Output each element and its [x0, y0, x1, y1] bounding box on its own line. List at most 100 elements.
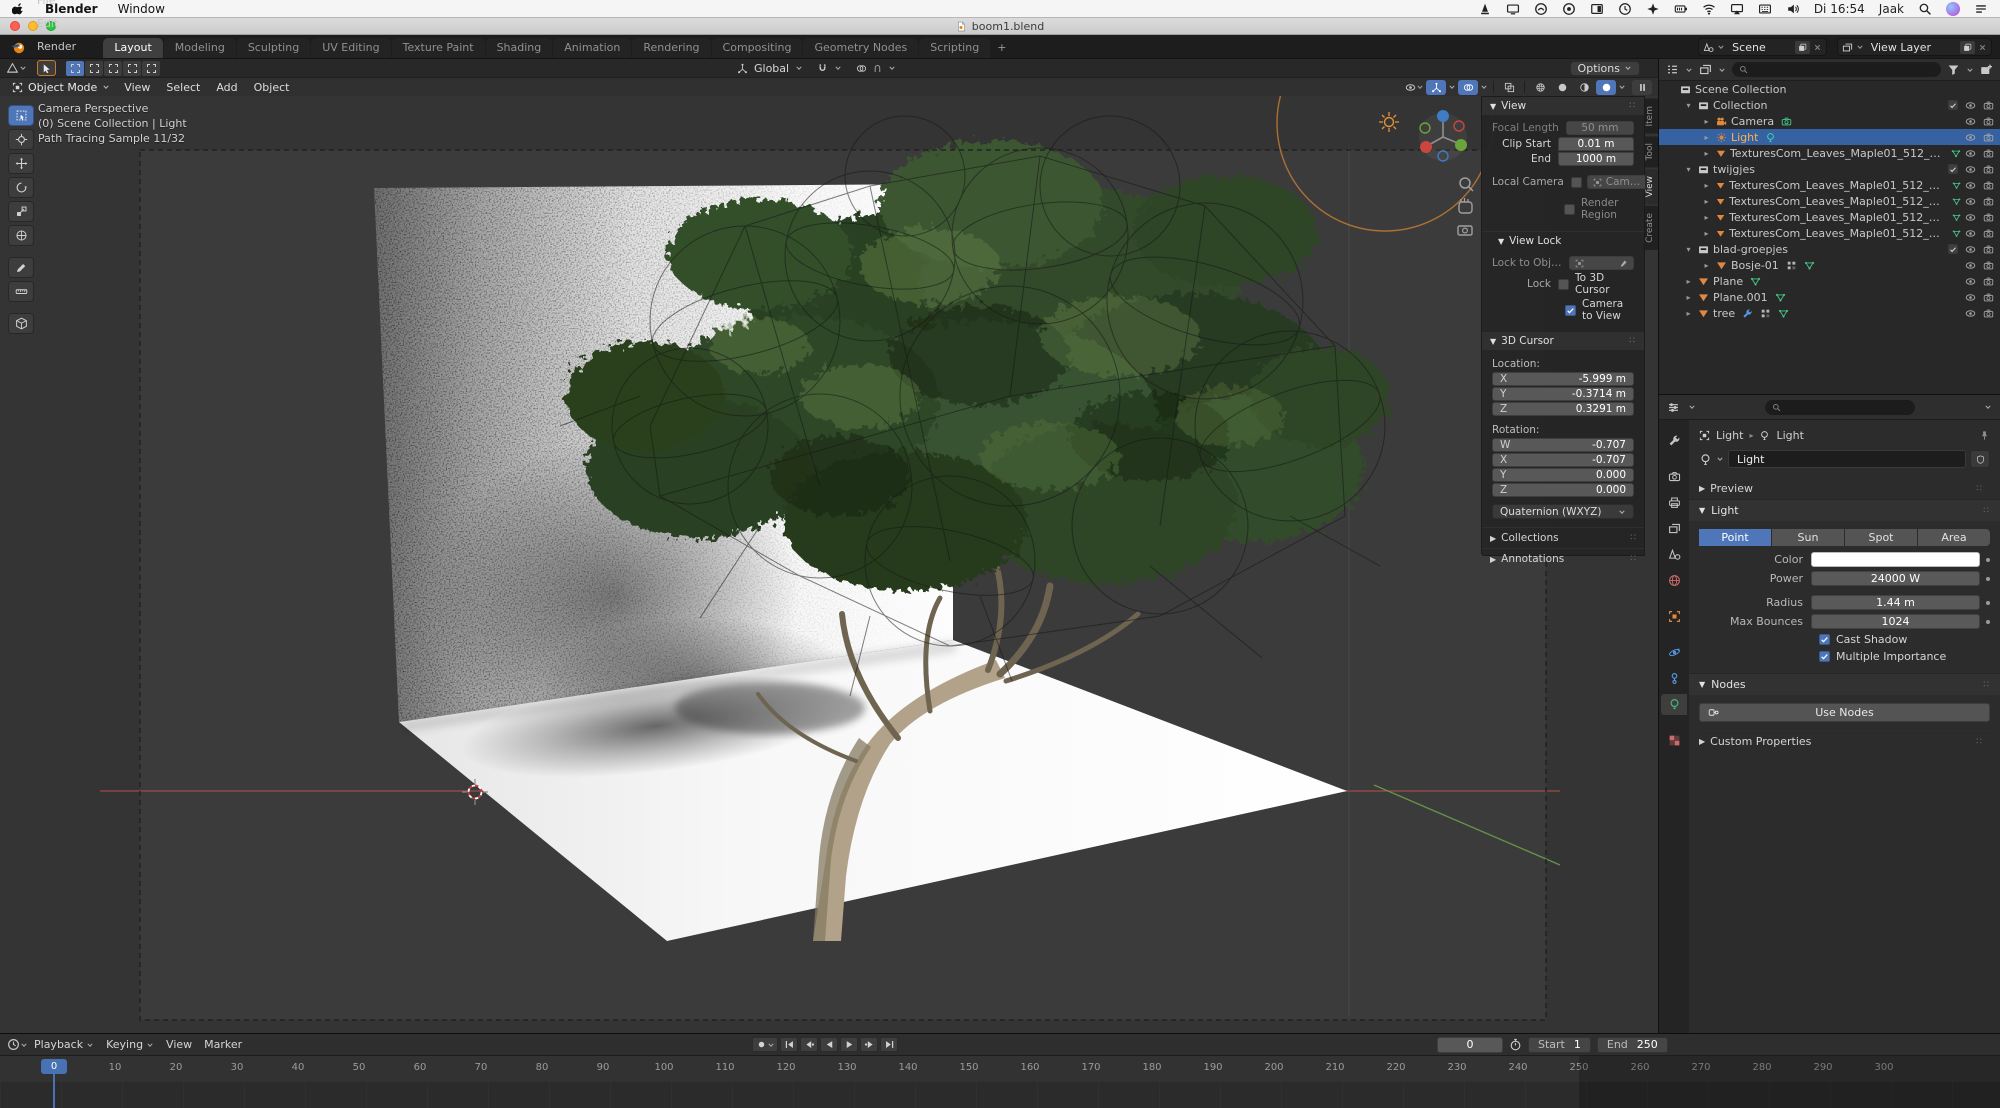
auto-keying-button[interactable] — [752, 1037, 778, 1052]
properties-search-input[interactable] — [1765, 400, 1915, 415]
hide-in-viewport-icon[interactable] — [1965, 132, 1976, 143]
viewport-menu[interactable]: Object — [246, 81, 298, 94]
hide-in-viewport-icon[interactable] — [1965, 196, 1976, 207]
overlays-toggle[interactable] — [1458, 80, 1478, 95]
clip-start-field[interactable]: 0.01 m — [1558, 137, 1634, 151]
chevron-down-icon[interactable] — [1480, 83, 1488, 91]
previous-keyframe-button[interactable] — [800, 1037, 818, 1052]
workspace-tab-compositing[interactable]: Compositing — [712, 38, 803, 58]
hide-in-viewport-icon[interactable] — [1965, 116, 1976, 127]
expand-arrow-icon[interactable]: ▸ — [1701, 197, 1712, 206]
workspace-tab-shading[interactable]: Shading — [486, 38, 553, 58]
sparkle-status-icon[interactable] — [1646, 2, 1660, 16]
vgroup-icon[interactable] — [1786, 260, 1797, 271]
expand-arrow-icon[interactable]: ▾ — [1683, 101, 1694, 110]
disable-in-render-icon[interactable] — [1983, 100, 1994, 111]
expand-arrow-icon[interactable]: ▸ — [1701, 133, 1712, 142]
properties-tab-object[interactable] — [1661, 606, 1687, 627]
object-icon[interactable] — [1699, 430, 1710, 441]
pin-icon[interactable] — [1979, 430, 1990, 441]
outliner-search-input[interactable] — [1732, 62, 1941, 77]
hide-in-viewport-icon[interactable] — [1965, 148, 1976, 159]
new-view-layer-button[interactable] — [1960, 41, 1975, 54]
siri-icon[interactable] — [1946, 2, 1960, 16]
transform-orientation-icon[interactable] — [737, 63, 748, 74]
workspace-tab-animation[interactable]: Animation — [553, 38, 631, 58]
collection-checkbox[interactable] — [1948, 164, 1958, 174]
fake-user-shield-button[interactable] — [1970, 450, 1990, 468]
mesh-data-icon[interactable] — [1952, 212, 1961, 223]
n-panel-tab-view[interactable]: View — [1645, 169, 1658, 204]
tool-select-box[interactable] — [8, 105, 34, 126]
workspace-tab-modeling[interactable]: Modeling — [164, 38, 236, 58]
properties-tab-scene[interactable] — [1661, 544, 1687, 565]
timeline-track[interactable] — [0, 1082, 2000, 1108]
mesh-data-icon[interactable] — [1951, 148, 1961, 159]
properties-tab-output[interactable] — [1661, 492, 1687, 513]
n-panel-tab-create[interactable]: Create — [1645, 206, 1658, 250]
collections-panel-header[interactable]: ▶Collections∷ — [1482, 527, 1644, 548]
gizmos-toggle[interactable] — [1426, 80, 1446, 95]
close-window-button[interactable] — [10, 21, 20, 31]
cursor-rotation-field[interactable]: W-0.707 — [1492, 438, 1634, 452]
light-data-icon[interactable] — [1759, 430, 1770, 441]
outliner-row[interactable]: ▸Plane.001 — [1659, 289, 2000, 305]
play-reverse-button[interactable] — [820, 1037, 838, 1052]
max-bounces-field[interactable]: 1024 — [1811, 614, 1980, 629]
light-type-button-spot[interactable]: Spot — [1845, 529, 1917, 546]
hide-in-viewport-icon[interactable] — [1965, 276, 1976, 287]
playhead-line[interactable] — [53, 1082, 55, 1108]
display-status-icon[interactable] — [1506, 2, 1520, 16]
hide-in-viewport-icon[interactable] — [1965, 260, 1976, 271]
tool-annotate[interactable] — [8, 257, 34, 278]
properties-tab-constraints[interactable] — [1661, 668, 1687, 689]
local-camera-checkbox[interactable] — [1571, 177, 1582, 188]
playhead-current-frame[interactable]: 0 — [41, 1059, 67, 1074]
add-workspace-button[interactable]: + — [990, 38, 1013, 58]
transform-orientation-value[interactable]: Global — [754, 62, 789, 75]
chevron-down-icon[interactable] — [1984, 403, 1992, 411]
mesh-data-icon[interactable] — [1804, 260, 1815, 271]
tool-cursor[interactable] — [8, 129, 34, 150]
mesh-data-icon[interactable] — [1952, 196, 1961, 207]
chevron-down-icon[interactable] — [1448, 83, 1456, 91]
blender-logo-icon[interactable] — [10, 39, 26, 55]
camera-data-icon[interactable] — [1781, 116, 1792, 127]
properties-tab-texture[interactable] — [1661, 730, 1687, 751]
editor-type-icon[interactable] — [6, 62, 19, 75]
camera-to-view-checkbox[interactable] — [1565, 305, 1576, 316]
airplay-status-icon[interactable] — [1730, 2, 1744, 16]
custom-properties-panel-header[interactable]: ▶Custom Properties∷ — [1699, 730, 1990, 752]
spotlight-search-icon[interactable] — [1918, 2, 1932, 16]
nodes-panel-header[interactable]: ▼Nodes∷ — [1689, 673, 2000, 695]
hide-in-viewport-icon[interactable] — [1965, 180, 1976, 191]
chevron-down-icon[interactable] — [1618, 83, 1626, 91]
animate-dot[interactable] — [1986, 558, 1990, 562]
vlc-status-icon[interactable] — [1478, 2, 1492, 16]
view-lock-panel-header[interactable]: ▼View Lock — [1482, 231, 1644, 250]
hide-in-viewport-icon[interactable] — [1965, 228, 1976, 239]
topbar-menu[interactable]: Edit — [30, 12, 87, 35]
expand-arrow-icon[interactable]: ▸ — [1701, 213, 1712, 222]
preview-panel-header[interactable]: ▶Preview∷ — [1699, 478, 1990, 499]
snapping-magnet-icon[interactable] — [817, 63, 828, 74]
collection-checkbox[interactable] — [1948, 100, 1958, 110]
focal-length-field[interactable]: 50 mm — [1566, 121, 1634, 135]
app-status-icon[interactable] — [1562, 2, 1576, 16]
clip-end-field[interactable]: 1000 m — [1558, 152, 1634, 166]
stopwatch-icon[interactable] — [1509, 1038, 1522, 1051]
options-button[interactable]: Options — [1570, 61, 1640, 76]
viewport-canvas[interactable]: Camera Perspective (0) Scene Collection … — [0, 96, 1658, 1033]
select-intersect-button[interactable] — [142, 61, 160, 76]
select-invert-button[interactable] — [123, 61, 141, 76]
proportional-falloff-icon[interactable]: ∩ — [873, 61, 882, 75]
xray-toggle[interactable] — [1499, 80, 1519, 95]
power-field[interactable]: 24000 W — [1811, 571, 1980, 586]
time-machine-status-icon[interactable] — [1618, 2, 1632, 16]
start-frame-field[interactable]: Start1 — [1528, 1037, 1591, 1053]
light-color-swatch[interactable] — [1811, 552, 1980, 567]
mesh-data-icon[interactable] — [1952, 228, 1961, 239]
end-frame-field[interactable]: End250 — [1597, 1037, 1668, 1053]
apple-menu-icon[interactable] — [12, 1, 25, 16]
keyboard-battery-status-icon[interactable] — [1674, 2, 1688, 16]
